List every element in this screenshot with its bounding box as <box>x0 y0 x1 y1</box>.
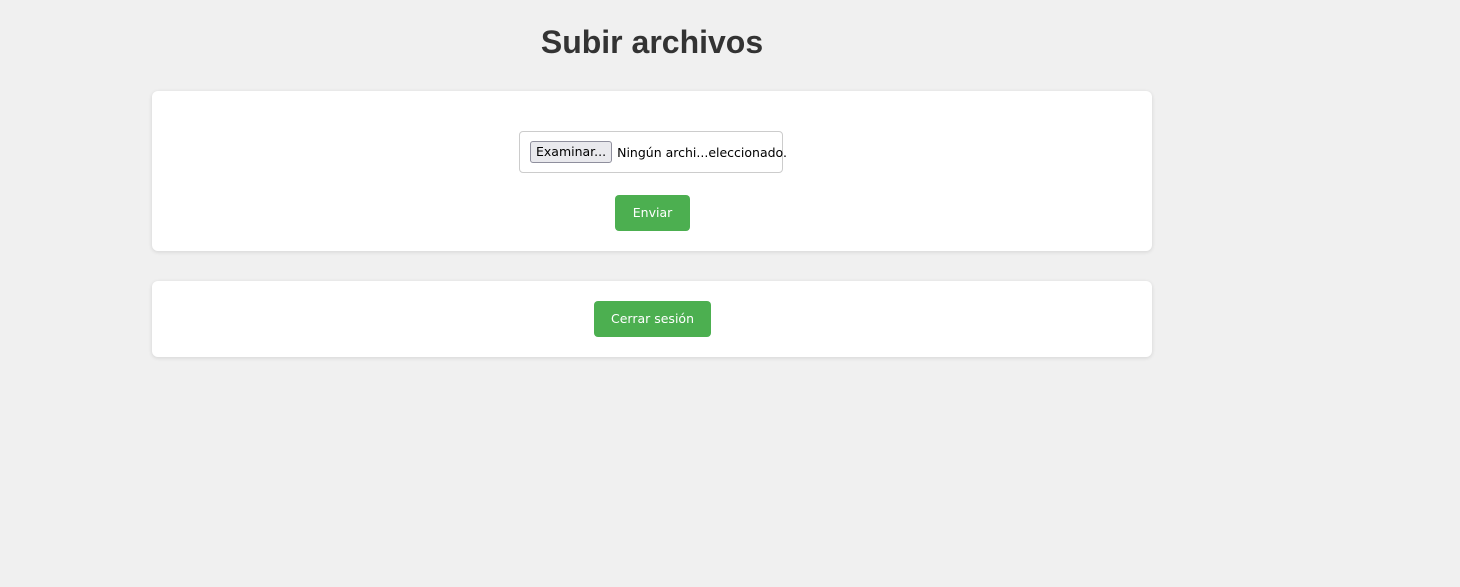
page-title: Subir archivos <box>540 24 764 60</box>
file-input[interactable]: Examinar... Ningún archi...eleccionado. <box>519 131 787 173</box>
browse-button[interactable]: Examinar... <box>530 141 613 163</box>
file-status-text: Ningún archi...eleccionado. <box>617 144 787 160</box>
page: Subir archivos Examinar... Ningún archi.… <box>0 0 1460 587</box>
submit-button[interactable]: Enviar <box>615 195 690 231</box>
upload-card: Examinar... Ningún archi...eleccionado. … <box>152 91 1152 251</box>
logout-button[interactable]: Cerrar sesión <box>594 301 711 337</box>
logout-card: Cerrar sesión <box>152 281 1152 357</box>
